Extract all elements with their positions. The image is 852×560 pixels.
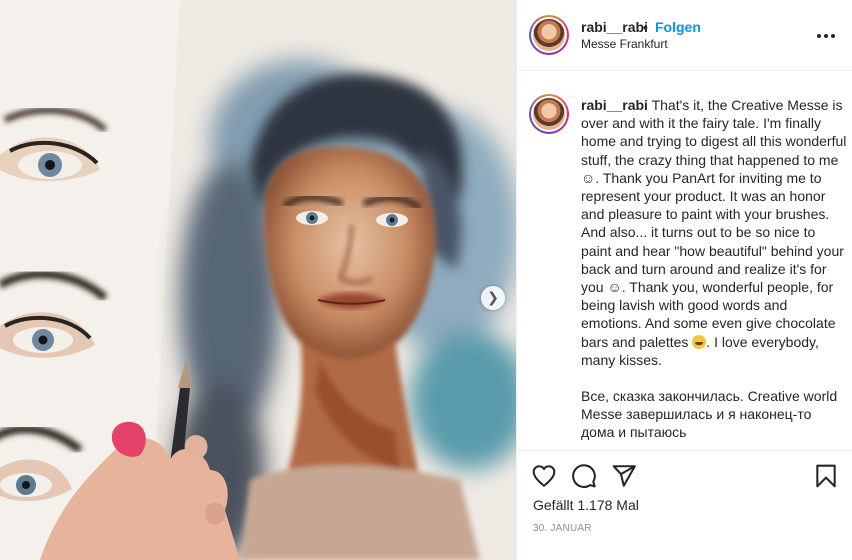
post-sidebar: rabi__rabi • Folgen Messe Frankfurt rabi… [516,0,852,560]
chevron-right-icon: ❯ [487,290,499,306]
watercolor-painting-image [0,0,516,560]
bookmark-icon[interactable] [813,463,839,489]
location-link[interactable]: Messe Frankfurt [581,37,668,51]
paper-plane-icon[interactable] [611,463,637,489]
caption-body: That's it, the Creative Messe is over an… [581,97,847,350]
caption-username[interactable]: rabi__rabi [581,97,648,113]
grinning-emoji-icon [692,334,707,349]
more-options-icon[interactable] [817,27,835,45]
caption-section[interactable]: rabi__rabi That's it, the Creative Messe… [517,72,852,450]
carousel-next-button[interactable]: ❯ [481,286,505,310]
caption-avatar[interactable] [529,94,569,134]
likes-count[interactable]: Gefällt 1.178 Mal [533,497,639,513]
avatar[interactable] [529,15,569,55]
post-header: rabi__rabi • Folgen Messe Frankfurt [517,0,852,71]
post-media[interactable]: ❯ [0,0,516,560]
action-bar: Gefällt 1.178 Mal 30. JANUAR [517,450,852,560]
comment-icon[interactable] [571,463,597,489]
separator-dot: • [643,19,648,35]
post-date[interactable]: 30. JANUAR [533,523,592,534]
caption-paragraph-ru: Все, сказка закончилась. Creative world … [581,388,838,441]
username-link[interactable]: rabi__rabi [581,19,648,35]
caption-text: rabi__rabi That's it, the Creative Messe… [581,96,847,450]
follow-button[interactable]: Folgen [655,19,701,35]
heart-icon[interactable] [531,463,557,489]
